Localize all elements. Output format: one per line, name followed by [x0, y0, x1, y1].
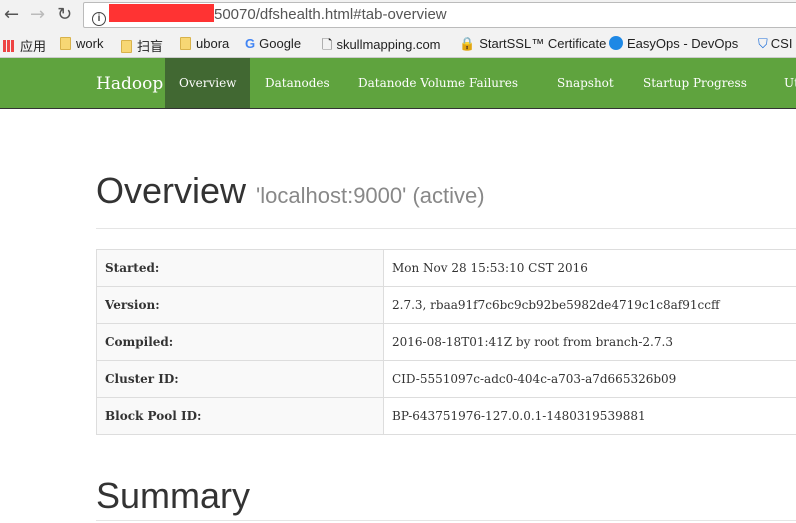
page-subtitle: 'localhost:9000' (active)	[256, 183, 485, 208]
tab-datanodes[interactable]: Datanodes	[251, 58, 344, 108]
folder-icon	[121, 40, 132, 53]
lock-icon: 🔒	[459, 36, 476, 51]
google-icon: G	[245, 36, 256, 51]
brand[interactable]: Hadoop	[96, 74, 163, 94]
info-icon[interactable]: i	[92, 12, 106, 26]
shield-icon: ⛉	[758, 36, 768, 51]
bookmark-csi[interactable]: ⛉ CSI	[758, 36, 792, 52]
bookmark-work[interactable]: work	[60, 36, 103, 51]
table-row: Version: 2.7.3, rbaa91f7c6bc9cb92be5982de…	[96, 286, 796, 324]
redacted-host	[109, 4, 214, 22]
table-row: Compiled: 2016-08-18T01:41Z by root from …	[96, 323, 796, 361]
tab-snapshot[interactable]: Snapshot	[543, 58, 628, 108]
tab-startup-progress[interactable]: Startup Progress	[629, 58, 761, 108]
table-row: Started: Mon Nov 28 15:53:10 CST 2016	[96, 249, 796, 287]
apps-icon	[3, 40, 15, 52]
bookmark-apps[interactable]: 应用	[3, 36, 46, 55]
table-row: Block Pool ID: BP-643751976-127.0.0.1-148…	[96, 397, 796, 435]
url-text: 50070/dfshealth.html#tab-overview	[214, 6, 447, 23]
folder-icon	[60, 37, 71, 50]
page-title: Overview 'localhost:9000' (active)	[96, 170, 485, 211]
bookmark-saomang[interactable]: 扫盲	[121, 36, 163, 55]
folder-icon	[180, 37, 191, 50]
divider	[96, 228, 796, 229]
forward-icon[interactable]: →	[30, 4, 45, 25]
bookmark-startssl[interactable]: 🔒 StartSSL™ Certificate	[459, 36, 606, 52]
page-icon: 🗋	[322, 37, 333, 52]
bookmark-easyops[interactable]: EasyOps - DevOps	[609, 36, 738, 51]
browser-toolbar: ← → ↻ i 50070/dfshealth.html#tab-overview	[0, 0, 796, 30]
address-bar[interactable]: i 50070/dfshealth.html#tab-overview	[83, 2, 796, 28]
bookmarks-bar: 应用 work 扫盲 ubora G Google 🗋 skullmapping.c…	[0, 30, 796, 58]
divider	[96, 520, 796, 521]
summary-title: Summary	[96, 475, 251, 516]
overview-table: Started: Mon Nov 28 15:53:10 CST 2016 Ver…	[96, 249, 796, 435]
bookmark-ubora[interactable]: ubora	[180, 36, 229, 51]
reload-icon[interactable]: ↻	[57, 4, 72, 25]
back-icon[interactable]: ←	[4, 4, 19, 25]
easyops-icon	[609, 36, 623, 50]
tab-overview[interactable]: Overview	[165, 58, 251, 108]
bookmark-google[interactable]: G Google	[245, 36, 301, 51]
navbar: Hadoop Overview Datanodes Datanode Volum…	[0, 58, 796, 109]
tab-datanode-volume-failures[interactable]: Datanode Volume Failures	[344, 58, 532, 108]
tab-utilities[interactable]: Ut	[770, 58, 796, 108]
table-row: Cluster ID: CID-5551097c-adc0-404c-a703-a…	[96, 360, 796, 398]
bookmark-skullmapping[interactable]: 🗋 skullmapping.com	[322, 36, 441, 57]
